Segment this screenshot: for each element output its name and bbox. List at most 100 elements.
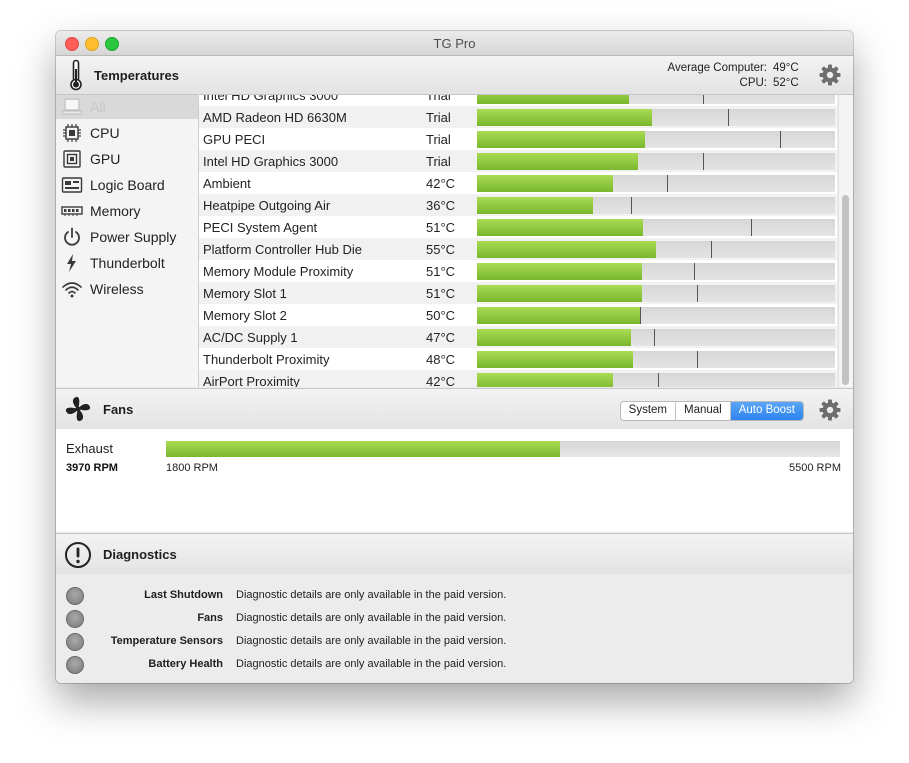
sensor-row[interactable]: AMD Radeon HD 6630M Trial bbox=[199, 106, 837, 128]
sidebar-item-cpu[interactable]: CPU bbox=[56, 121, 198, 145]
fans-title: Fans bbox=[103, 402, 134, 417]
sensor-max-marker bbox=[703, 95, 704, 104]
tg-pro-window: TG Pro Temperatures Average Computer: 49… bbox=[56, 31, 853, 683]
diagnostics-header: Diagnostics bbox=[56, 533, 853, 575]
fan-mode-auto-boost[interactable]: Auto Boost bbox=[730, 402, 803, 420]
sidebar-item-label: Memory bbox=[90, 203, 141, 219]
scrollbar-thumb[interactable] bbox=[842, 195, 849, 385]
sensor-value: 51°C bbox=[426, 220, 456, 235]
fans-header: Fans System Manual Auto Boost bbox=[56, 388, 853, 430]
sensor-name: Memory Slot 1 bbox=[203, 286, 287, 301]
cpu-average-value: 52°C bbox=[773, 77, 799, 89]
sensor-value: 51°C bbox=[426, 264, 456, 279]
average-computer-value: 49°C bbox=[773, 62, 799, 74]
sensor-temperature-bar bbox=[477, 219, 835, 236]
sensor-bar-fill bbox=[477, 197, 593, 214]
fan-speed-fill bbox=[166, 441, 561, 457]
sensor-value: Trial bbox=[426, 154, 451, 169]
sensor-bar-fill bbox=[477, 95, 629, 104]
fans-gear-icon[interactable] bbox=[819, 399, 841, 421]
fans-panel: Exhaust 3970 RPM 1800 RPM 5500 RPM bbox=[56, 429, 853, 532]
sensor-bar-fill bbox=[477, 109, 652, 126]
sensor-name: Platform Controller Hub Die bbox=[203, 242, 362, 257]
sensor-max-marker bbox=[631, 197, 632, 214]
fan-mode-manual[interactable]: Manual bbox=[676, 402, 731, 420]
sidebar-item-label: Thunderbolt bbox=[90, 255, 165, 271]
sidebar-item-gpu[interactable]: GPU bbox=[56, 147, 198, 171]
diagnostic-text: Diagnostic details are only available in… bbox=[236, 658, 507, 670]
wifi-icon bbox=[62, 282, 82, 298]
fan-current-rpm: 3970 RPM bbox=[66, 462, 118, 474]
sensor-row[interactable]: Memory Slot 1 51°C bbox=[199, 282, 837, 304]
sidebar-item-memory[interactable]: Memory bbox=[56, 199, 198, 223]
sensor-row[interactable]: Thunderbolt Proximity 48°C bbox=[199, 348, 837, 370]
sensor-max-marker bbox=[697, 351, 698, 368]
average-temperature-summary: Average Computer: 49°C CPU: 52°C bbox=[667, 61, 803, 91]
diagnostic-label: Battery Health bbox=[148, 658, 223, 670]
sensor-max-marker bbox=[667, 175, 668, 192]
temperature-sensor-list: Intel HD Graphics 3000 Trial AMD Radeon HD… bbox=[199, 95, 837, 387]
diagnostic-row: Last Shutdown Diagnostic details are onl… bbox=[56, 585, 853, 608]
temperature-list-scrollbar[interactable] bbox=[838, 95, 853, 387]
fan-name: Exhaust bbox=[66, 441, 113, 456]
logic-board-icon bbox=[61, 177, 83, 193]
power-icon bbox=[64, 227, 80, 246]
sensor-row[interactable]: Heatpipe Outgoing Air 36°C bbox=[199, 194, 837, 216]
sensor-bar-fill bbox=[477, 307, 640, 324]
diagnostics-panel: Last Shutdown Diagnostic details are onl… bbox=[56, 574, 853, 683]
sidebar-item-thunderbolt[interactable]: Thunderbolt bbox=[56, 251, 198, 275]
sidebar-item-power-supply[interactable]: Power Supply bbox=[56, 225, 198, 249]
sensor-temperature-bar bbox=[477, 131, 835, 148]
sensor-temperature-bar bbox=[477, 153, 835, 170]
sensor-temperature-bar bbox=[477, 373, 835, 387]
sensor-bar-fill bbox=[477, 373, 613, 387]
sensor-row[interactable]: Memory Slot 2 50°C bbox=[199, 304, 837, 326]
sensor-row[interactable]: Intel HD Graphics 3000 Trial bbox=[199, 150, 837, 172]
diagnostic-label: Last Shutdown bbox=[144, 589, 223, 601]
sensor-row[interactable]: Ambient 42°C bbox=[199, 172, 837, 194]
sensor-value: 36°C bbox=[426, 198, 456, 213]
status-indicator-icon bbox=[66, 656, 84, 674]
sensor-row[interactable]: Intel HD Graphics 3000 Trial bbox=[199, 95, 837, 106]
sensor-max-marker bbox=[703, 153, 704, 170]
sensor-value: 48°C bbox=[426, 352, 456, 367]
sensor-row[interactable]: AirPort Proximity 42°C bbox=[199, 370, 837, 387]
sensor-bar-fill bbox=[477, 263, 642, 280]
sensor-name: AirPort Proximity bbox=[203, 374, 300, 387]
diagnostic-row: Fans Diagnostic details are only availab… bbox=[56, 608, 853, 631]
fan-icon bbox=[65, 396, 91, 422]
sensor-name: PECI System Agent bbox=[203, 220, 318, 235]
title-bar: TG Pro bbox=[56, 31, 853, 56]
sensor-bar-fill bbox=[477, 285, 642, 302]
sensor-max-marker bbox=[697, 285, 698, 302]
sensor-row[interactable]: AC/DC Supply 1 47°C bbox=[199, 326, 837, 348]
fan-mode-system[interactable]: System bbox=[621, 402, 677, 420]
sensor-name: Memory Slot 2 bbox=[203, 308, 287, 323]
sensor-row[interactable]: Platform Controller Hub Die 55°C bbox=[199, 238, 837, 260]
sensor-row[interactable]: GPU PECI Trial bbox=[199, 128, 837, 150]
sensor-temperature-bar bbox=[477, 329, 835, 346]
sensor-name: GPU PECI bbox=[203, 132, 266, 147]
sensor-max-marker bbox=[640, 307, 641, 324]
sidebar-item-all[interactable]: All bbox=[56, 95, 198, 119]
sensor-value: 55°C bbox=[426, 242, 456, 257]
sidebar-item-label: Logic Board bbox=[90, 177, 165, 193]
sensor-temperature-bar bbox=[477, 95, 835, 104]
sensor-max-marker bbox=[728, 109, 729, 126]
sidebar-item-label: CPU bbox=[90, 125, 120, 141]
sensor-temperature-bar bbox=[477, 285, 835, 302]
fan-max-rpm: 5500 RPM bbox=[789, 462, 841, 474]
diagnostic-row: Battery Health Diagnostic details are on… bbox=[56, 654, 853, 677]
temperatures-gear-icon[interactable] bbox=[819, 64, 841, 86]
sensor-row[interactable]: Memory Module Proximity 51°C bbox=[199, 260, 837, 282]
sensor-value: 51°C bbox=[426, 286, 456, 301]
sidebar-item-logic-board[interactable]: Logic Board bbox=[56, 173, 198, 197]
sensor-value: 42°C bbox=[426, 176, 456, 191]
sensor-temperature-bar bbox=[477, 175, 835, 192]
sensor-bar-fill bbox=[477, 131, 645, 148]
sensor-temperature-bar bbox=[477, 351, 835, 368]
sensor-row[interactable]: PECI System Agent 51°C bbox=[199, 216, 837, 238]
sidebar-item-wireless[interactable]: Wireless bbox=[56, 277, 198, 301]
diagnostic-label: Temperature Sensors bbox=[110, 635, 223, 647]
sensor-max-marker bbox=[654, 329, 655, 346]
